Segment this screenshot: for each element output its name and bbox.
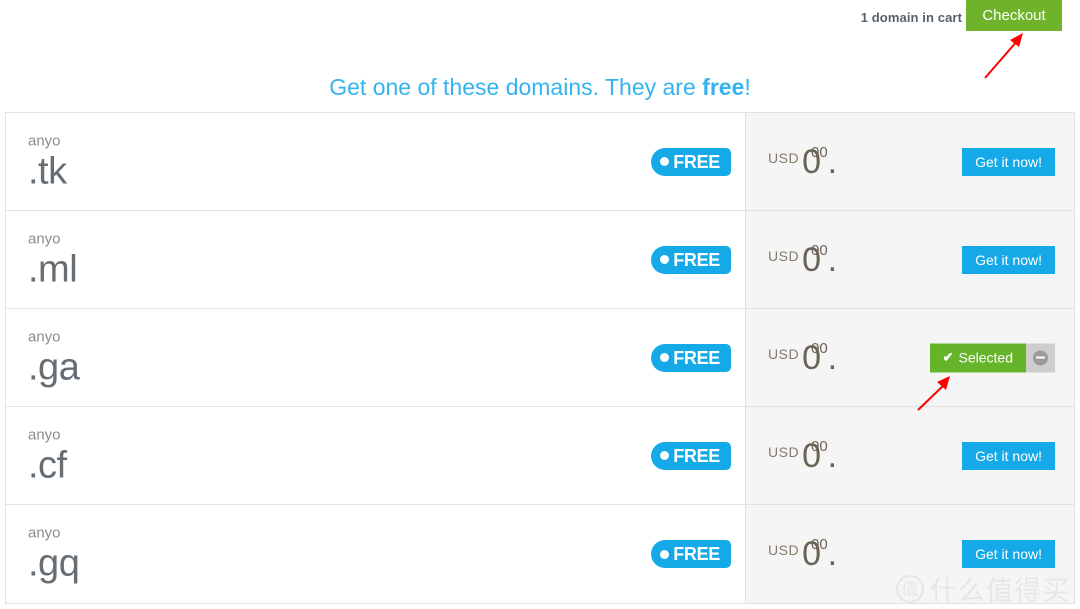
free-badge: FREE: [651, 540, 731, 568]
dot-icon: [660, 157, 670, 166]
domain-tld: .gq: [28, 542, 80, 585]
table-row: anyo .cf FREE USD000. Get it now!: [6, 407, 1074, 505]
remove-from-cart-button[interactable]: [1026, 343, 1055, 372]
price-cents: 00: [810, 437, 828, 455]
domain-sld: anyo: [28, 230, 61, 247]
price-decimal-separator: .: [827, 338, 838, 377]
price-display: USD000.: [768, 145, 837, 179]
price-display: USD000.: [768, 537, 837, 571]
headline-prefix: Get one of these domains. They are: [329, 74, 703, 100]
domain-results-table: anyo .tk FREE USD000. Get it now! anyo .ml FREE…: [5, 112, 1075, 604]
domain-tld: .tk: [28, 150, 67, 192]
domain-sld: anyo: [28, 426, 61, 443]
free-badge: FREE: [651, 147, 731, 176]
domain-label: anyo .ga: [28, 328, 80, 388]
domain-tld: .cf: [28, 444, 67, 486]
minus-circle-icon: [1033, 350, 1048, 365]
domain-cell: anyo .ga FREE: [6, 309, 746, 406]
price-display: USD000.: [768, 341, 837, 375]
table-row: anyo .tk FREE USD000. Get it now!: [6, 113, 1074, 211]
price-cents: 00: [810, 241, 828, 259]
price-display: USD000.: [768, 243, 837, 277]
dot-icon: [660, 353, 670, 362]
free-badge-label: FREE: [673, 445, 720, 466]
domain-sld: anyo: [28, 328, 61, 345]
domain-label: anyo .tk: [28, 133, 67, 190]
domain-label: anyo .ml: [28, 230, 78, 290]
price-decimal-separator: .: [827, 436, 838, 475]
dot-icon: [660, 255, 670, 264]
price-cents: 00: [810, 339, 828, 357]
domain-cell: anyo .tk FREE: [6, 113, 746, 210]
selected-button[interactable]: ✔ Selected: [929, 343, 1026, 372]
selected-control: ✔ Selected: [929, 343, 1055, 372]
selected-button-label: Selected: [958, 349, 1013, 366]
table-row: anyo .gq FREE USD000. Get it now!: [6, 505, 1074, 604]
price-currency: USD: [768, 149, 800, 166]
price-action-cell: USD000. Get it now!: [746, 211, 1074, 308]
free-badge-label: FREE: [673, 347, 720, 368]
free-badge-label: FREE: [673, 151, 720, 172]
dot-icon: [660, 451, 670, 460]
price-action-cell: USD000. Get it now!: [746, 505, 1074, 603]
price-decimal-separator: .: [827, 240, 838, 279]
price-action-cell: USD000. Get it now!: [746, 407, 1074, 504]
price-display: USD000.: [768, 439, 837, 473]
get-it-now-button[interactable]: Get it now!: [962, 245, 1055, 274]
free-badge-label: FREE: [673, 544, 720, 564]
domain-cell: anyo .ml FREE: [6, 211, 746, 308]
dot-icon: [660, 549, 670, 559]
domain-tld: .ga: [28, 346, 80, 388]
price-action-cell: USD000. Get it now!: [746, 113, 1074, 210]
domain-label: anyo .gq: [28, 524, 80, 585]
cart-status-label: 1 domain in cart: [860, 10, 962, 25]
free-badge-label: FREE: [673, 249, 720, 270]
domain-cell: anyo .gq FREE: [6, 505, 746, 603]
price-currency: USD: [768, 247, 800, 264]
headline-emphasis: free: [702, 74, 745, 100]
free-badge: FREE: [651, 245, 731, 274]
checkout-button[interactable]: Checkout: [966, 0, 1062, 31]
top-bar: 1 domain in cart Checkout: [0, 0, 1080, 32]
price-action-cell: USD000. ✔ Selected: [746, 309, 1074, 406]
get-it-now-button[interactable]: Get it now!: [962, 441, 1055, 470]
page-title: Get one of these domains. They are free!: [0, 74, 1080, 101]
price-currency: USD: [768, 443, 800, 460]
price-currency: USD: [768, 345, 800, 362]
price-currency: USD: [768, 542, 800, 558]
domain-tld: .ml: [28, 248, 78, 290]
table-row: anyo .ml FREE USD000. Get it now!: [6, 211, 1074, 309]
domain-sld: anyo: [28, 132, 61, 149]
price-decimal-separator: .: [827, 535, 838, 573]
headline-suffix: !: [744, 74, 751, 100]
price-decimal-separator: .: [827, 142, 838, 181]
free-badge: FREE: [651, 343, 731, 372]
price-cents: 00: [810, 143, 828, 161]
domain-sld: anyo: [28, 524, 61, 542]
table-row: anyo .ga FREE USD000. ✔ Selected: [6, 309, 1074, 407]
check-icon: ✔: [942, 349, 954, 365]
get-it-now-button[interactable]: Get it now!: [962, 147, 1055, 176]
price-cents: 00: [810, 536, 828, 553]
free-badge: FREE: [651, 441, 731, 470]
domain-cell: anyo .cf FREE: [6, 407, 746, 504]
get-it-now-button[interactable]: Get it now!: [962, 540, 1055, 568]
domain-label: anyo .cf: [28, 427, 67, 484]
